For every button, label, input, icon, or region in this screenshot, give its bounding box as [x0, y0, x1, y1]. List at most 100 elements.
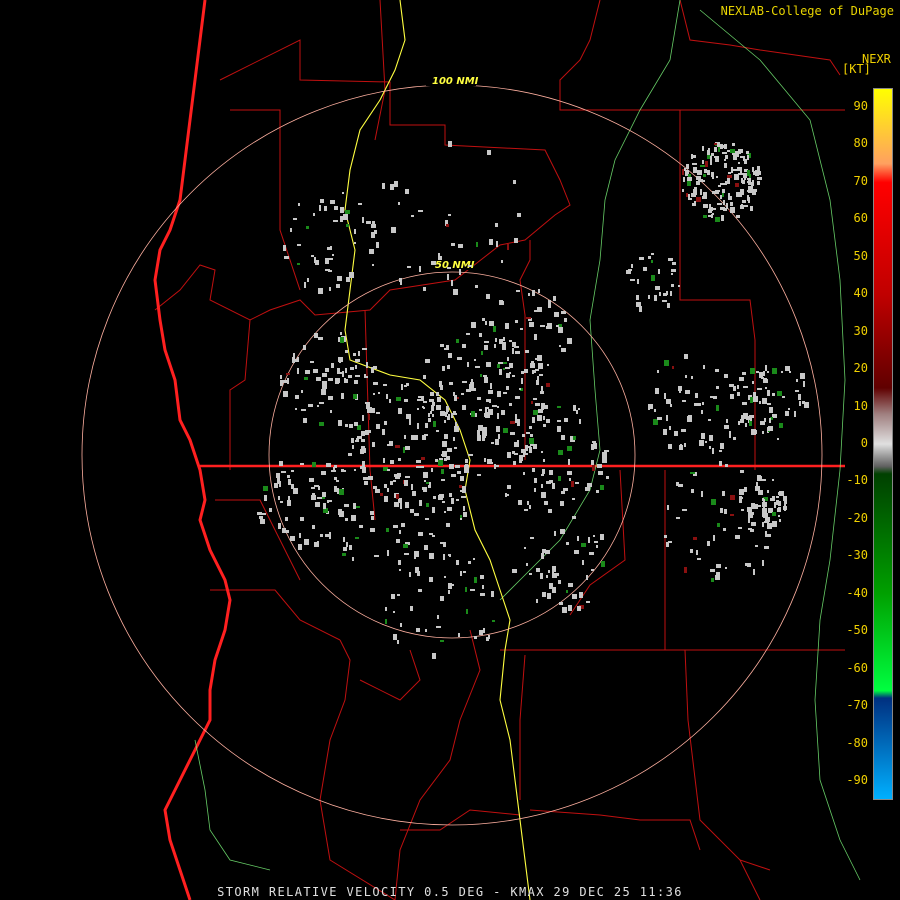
echo-pixel: [591, 569, 594, 571]
echo-pixel: [663, 429, 667, 435]
echo-pixel: [716, 405, 719, 411]
color-bar-tick: -30: [846, 548, 868, 563]
echo-pixel: [782, 396, 785, 398]
echo-pixel: [722, 189, 725, 193]
echo-pixel: [320, 199, 324, 203]
echo-pixel: [486, 362, 491, 367]
echo-pixel: [353, 394, 357, 399]
echo-pixel: [735, 535, 740, 539]
echo-pixel: [385, 619, 387, 624]
echo-pixel: [744, 487, 747, 492]
echo-pixel: [358, 351, 360, 356]
echo-pixel: [795, 390, 799, 392]
echo-pixel: [548, 303, 551, 308]
echo-pixel: [488, 390, 493, 394]
echo-pixel: [283, 245, 286, 251]
echo-pixel: [547, 364, 549, 366]
echo-pixel: [747, 155, 749, 160]
echo-pixel: [561, 491, 565, 494]
echo-pixel: [651, 275, 655, 281]
echo-pixel: [489, 321, 494, 326]
echo-pixel: [339, 489, 344, 495]
echo-pixel: [416, 460, 421, 463]
echo-pixel: [468, 265, 472, 267]
echo-pixel: [396, 539, 400, 543]
echo-pixel: [717, 145, 722, 147]
echo-pixel: [438, 460, 443, 466]
echo-pixel: [529, 438, 534, 444]
echo-pixel: [668, 258, 673, 261]
echo-pixel: [716, 564, 721, 568]
echo-pixel: [596, 490, 599, 493]
echo-pixel: [414, 435, 418, 440]
echo-pixel: [630, 279, 635, 281]
echo-pixel: [655, 388, 659, 394]
echo-pixel: [691, 154, 693, 159]
echo-pixel: [324, 206, 327, 211]
echo-pixel: [713, 535, 715, 541]
range-label-100: 100 NMI: [432, 76, 479, 87]
echo-pixel: [585, 487, 590, 491]
echo-pixel: [356, 506, 360, 508]
echo-pixel: [417, 423, 419, 429]
echo-pixel: [560, 529, 565, 534]
echo-pixel: [390, 481, 393, 485]
echo-pixel: [666, 415, 668, 421]
echo-pixel: [735, 183, 739, 187]
echo-pixel: [519, 459, 522, 463]
echo-pixel: [425, 629, 427, 632]
echo-pixel: [345, 518, 348, 521]
echo-pixel: [405, 446, 410, 450]
echo-pixel: [523, 472, 525, 475]
echo-pixel: [440, 411, 445, 416]
echo-pixel: [521, 378, 523, 384]
echo-pixel: [355, 537, 359, 539]
echo-pixel: [740, 156, 745, 158]
echo-pixel: [397, 594, 400, 596]
echo-pixel: [284, 256, 289, 259]
color-bar-tick: 0: [860, 436, 868, 450]
echo-pixel: [592, 465, 595, 471]
echo-pixel: [724, 509, 727, 514]
echo-pixel: [693, 155, 696, 158]
echo-pixel: [440, 542, 444, 544]
echo-pixel: [800, 373, 805, 379]
echo-pixel: [772, 368, 777, 374]
echo-pixel: [506, 386, 509, 390]
echo-pixel: [344, 378, 346, 383]
echo-pixel: [757, 166, 760, 171]
echo-pixel: [670, 291, 672, 296]
echo-pixel: [752, 167, 754, 172]
echo-pixel: [560, 501, 564, 506]
echo-pixel: [538, 363, 543, 369]
echo-pixel: [465, 459, 468, 463]
echo-pixel: [482, 318, 485, 321]
echo-pixel: [503, 392, 507, 394]
echo-pixel: [512, 348, 514, 354]
echo-pixel: [291, 470, 294, 472]
echo-pixel: [312, 462, 316, 467]
echo-pixel: [715, 190, 720, 192]
echo-pixel: [477, 397, 481, 400]
echo-pixel: [651, 253, 654, 255]
color-bar-tick: -40: [846, 585, 868, 600]
echo-pixel: [467, 362, 469, 367]
echo-pixel: [757, 171, 761, 175]
echo-pixel: [535, 403, 540, 406]
echo-pixel: [528, 293, 530, 296]
echo-pixel: [449, 382, 453, 385]
echo-pixel: [395, 445, 400, 448]
echo-pixel: [772, 479, 774, 481]
echo-pixel: [541, 451, 543, 453]
echo-pixel: [750, 206, 753, 211]
echo-pixel: [716, 386, 719, 389]
echo-pixel: [499, 339, 503, 344]
echo-pixel: [562, 607, 567, 613]
echo-pixel: [280, 501, 283, 503]
echo-pixel: [701, 433, 705, 439]
echo-pixel: [708, 419, 711, 421]
echo-pixel: [393, 480, 396, 482]
echo-pixel: [445, 412, 447, 417]
echo-pixel: [349, 545, 352, 550]
echo-pixel: [404, 553, 409, 555]
